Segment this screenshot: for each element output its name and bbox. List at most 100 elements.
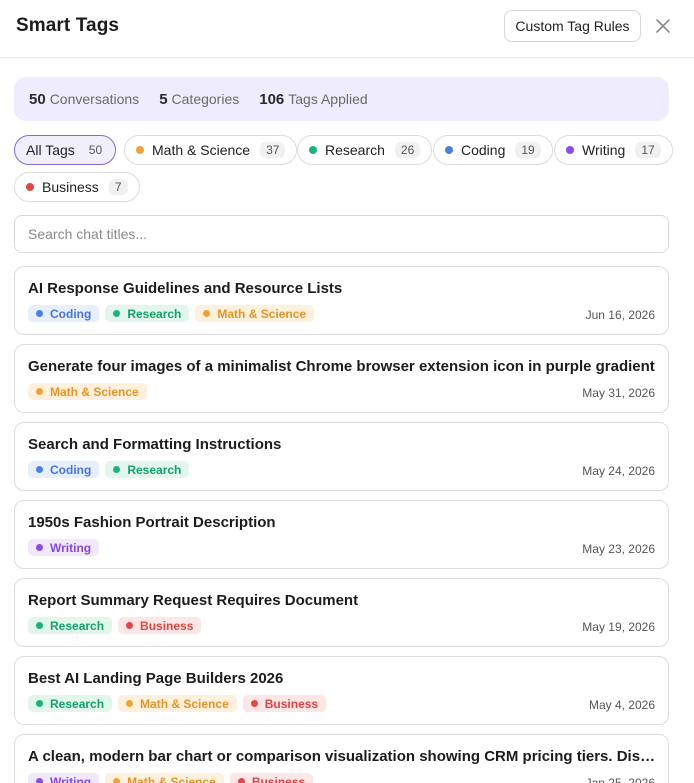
filter-chip-research[interactable]: Research 26 <box>297 135 433 165</box>
conversation-date: May 19, 2026 <box>582 620 655 634</box>
filter-chip-math-science[interactable]: Math & Science 37 <box>124 135 298 165</box>
tag-list: Writing <box>28 539 105 556</box>
page-title: Smart Tags <box>16 15 120 36</box>
close-button[interactable] <box>652 15 674 37</box>
tag-label: Math & Science <box>217 306 307 321</box>
filter-count: 37 <box>260 142 286 158</box>
filter-count: 19 <box>515 142 541 158</box>
color-dot-icon <box>136 146 144 154</box>
conversation-card[interactable]: Best AI Landing Page Builders 2026 Resear… <box>14 656 669 725</box>
filter-label: Writing <box>582 142 626 158</box>
tag-label: Writing <box>50 774 92 783</box>
tag-list: Writing Math & Science Business <box>28 773 319 783</box>
tag-dot-icon <box>36 388 43 395</box>
tag-label: Research <box>50 696 105 711</box>
tag-pill: Writing <box>28 539 100 556</box>
conversation-date: Jan 25, 2026 <box>585 776 655 783</box>
tag-label: Business <box>251 774 306 783</box>
filter-count: 17 <box>635 142 661 158</box>
tag-dot-icon <box>36 310 43 317</box>
stats-bar: 50 Conversations 5 Categories 106 Tags Appl… <box>14 77 669 121</box>
conversation-list: AI Response Guidelines and Resource List… <box>14 266 669 783</box>
filter-chip-business[interactable]: Business 7 <box>14 172 140 202</box>
tag-label: Math & Science <box>50 384 139 399</box>
conversation-date: May 23, 2026 <box>582 542 655 556</box>
tag-pill: Research <box>28 617 113 634</box>
tag-pill: Math & Science <box>105 773 224 783</box>
tag-dot-icon <box>113 466 121 473</box>
tag-pill: Writing <box>28 773 100 783</box>
tag-pill: Math & Science <box>118 695 237 712</box>
conversation-card[interactable]: Search and Formatting Instructions Coding… <box>14 422 669 491</box>
conversation-date: Jun 16, 2026 <box>585 308 655 322</box>
tag-list: Coding Research <box>28 461 195 478</box>
tag-pill: Research <box>28 695 113 712</box>
tag-label: Research <box>127 462 182 477</box>
conversation-date: May 31, 2026 <box>582 386 655 400</box>
tag-dot-icon <box>237 778 245 783</box>
close-icon <box>656 19 670 33</box>
modal-header: Smart Tags Custom Tag Rules <box>0 0 694 58</box>
tag-dot-icon <box>203 310 211 317</box>
color-dot-icon <box>566 146 574 154</box>
tag-dot-icon <box>36 700 43 707</box>
tag-label: Math & Science <box>127 774 216 783</box>
custom-tag-rules-button[interactable]: Custom Tag Rules <box>504 10 641 42</box>
filter-chip-all-tags[interactable]: All Tags 50 <box>14 135 117 165</box>
tag-label: Research <box>127 306 182 321</box>
conversation-card[interactable]: AI Response Guidelines and Resource List… <box>14 266 669 335</box>
tag-list: Research Business <box>28 617 207 634</box>
conversation-card[interactable]: Report Summary Request Requires Document… <box>14 578 669 647</box>
tag-pill: Business <box>118 617 202 634</box>
filter-label: All Tags <box>26 142 75 158</box>
tag-list: Coding Research Math & Science <box>28 305 320 322</box>
filter-label: Coding <box>461 142 506 158</box>
conversation-title: Best AI Landing Page Builders 2026 <box>28 670 284 687</box>
search-input[interactable] <box>14 215 669 253</box>
conversation-title: AI Response Guidelines and Resource List… <box>28 280 343 297</box>
tag-pill: Research <box>105 305 190 322</box>
tag-label: Research <box>50 618 105 633</box>
tag-label: Business <box>264 696 319 711</box>
tag-label: Coding <box>50 306 92 321</box>
tag-dot-icon <box>36 466 43 473</box>
filter-label: Math & Science <box>152 142 251 158</box>
tag-dot-icon <box>250 700 258 707</box>
tag-label: Coding <box>50 462 92 477</box>
tag-dot-icon <box>36 622 43 629</box>
conversation-title: Search and Formatting Instructions <box>28 436 282 453</box>
conversation-date: May 4, 2026 <box>588 698 655 712</box>
tag-pill: Business <box>229 773 314 783</box>
tag-pill: Business <box>242 695 327 712</box>
tag-pill: Coding <box>28 461 100 478</box>
tag-pill: Research <box>105 461 190 478</box>
conversation-title: 1950s Fashion Portrait Description <box>28 514 276 531</box>
filter-count: 50 <box>88 143 103 157</box>
filter-label: Business <box>42 179 99 195</box>
tag-dot-icon <box>126 622 134 629</box>
tag-dot-icon <box>126 700 134 707</box>
filter-chip-coding[interactable]: Coding 19 <box>433 135 553 165</box>
tag-list: Research Math & Science Business <box>28 695 332 712</box>
conversation-card[interactable]: 1950s Fashion Portrait Description Writin… <box>14 500 669 569</box>
conversation-date: May 24, 2026 <box>582 464 655 478</box>
tag-dot-icon <box>113 778 121 783</box>
stat-tags-applied: 106 Tags Applied <box>259 90 368 108</box>
filter-count: 7 <box>108 179 128 195</box>
tag-label: Business <box>140 618 194 633</box>
filter-count: 26 <box>394 142 421 158</box>
tag-label: Math & Science <box>140 696 229 711</box>
tag-pill: Math & Science <box>28 383 147 400</box>
tag-dot-icon <box>113 310 121 317</box>
tag-dot-icon <box>36 544 43 551</box>
tag-pill: Math & Science <box>195 305 315 322</box>
filter-chip-writing[interactable]: Writing 17 <box>554 135 673 165</box>
color-dot-icon <box>445 146 453 154</box>
stat-categories: 5 Categories <box>159 90 240 108</box>
conversation-title: A clean, modern bar chart or comparison … <box>28 748 656 765</box>
conversation-card[interactable]: Generate four images of a minimalist Chr… <box>14 344 669 413</box>
conversation-card[interactable]: A clean, modern bar chart or comparison … <box>14 734 669 783</box>
tag-dot-icon <box>36 778 43 783</box>
color-dot-icon <box>26 183 34 191</box>
color-dot-icon <box>309 146 317 154</box>
